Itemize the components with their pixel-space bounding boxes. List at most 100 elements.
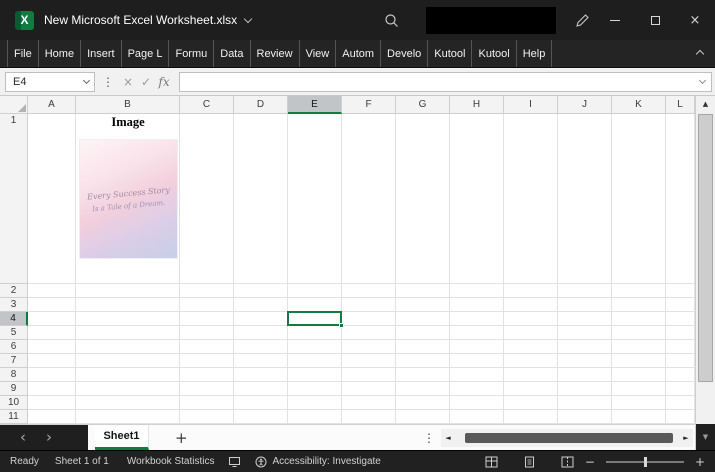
workbook-statistics-button[interactable]: Workbook Statistics — [127, 456, 215, 467]
cell-G5[interactable] — [396, 326, 450, 340]
cell-F8[interactable] — [342, 368, 396, 382]
cell-G3[interactable] — [396, 298, 450, 312]
row-header-10[interactable]: 10 — [0, 396, 28, 410]
page-break-view-icon[interactable] — [561, 456, 574, 468]
cell-I10[interactable] — [504, 396, 558, 410]
ribbon-tab-insert[interactable]: Insert — [81, 40, 122, 67]
ribbon-tab-file[interactable]: File — [7, 40, 39, 67]
cell-E2[interactable] — [288, 284, 342, 298]
cell-I1[interactable] — [504, 114, 558, 284]
cell-G7[interactable] — [396, 354, 450, 368]
cell-C8[interactable] — [180, 368, 234, 382]
row-header-1[interactable]: 1 — [0, 114, 28, 284]
sheet-bar-dots-icon[interactable]: ⋮ — [423, 431, 435, 445]
select-all-corner[interactable] — [0, 96, 28, 114]
scroll-right-icon[interactable]: ► — [679, 434, 693, 442]
cell-H7[interactable] — [450, 354, 504, 368]
search-icon[interactable] — [378, 13, 404, 28]
cell-E7[interactable] — [288, 354, 342, 368]
cell-B4[interactable] — [76, 312, 180, 326]
cell-F7[interactable] — [342, 354, 396, 368]
row-header-2[interactable]: 2 — [0, 284, 28, 298]
column-header-g[interactable]: G — [396, 96, 450, 114]
page-layout-view-icon[interactable] — [523, 456, 536, 468]
ribbon-tab-help[interactable]: Help — [517, 40, 553, 67]
next-sheet-icon[interactable]: › — [46, 430, 52, 445]
cell-B2[interactable] — [76, 284, 180, 298]
cell-C10[interactable] — [180, 396, 234, 410]
cell-F4[interactable] — [342, 312, 396, 326]
cell-F6[interactable] — [342, 340, 396, 354]
scroll-up-icon[interactable]: ▲ — [696, 96, 715, 112]
cell-E10[interactable] — [288, 396, 342, 410]
cell-A5[interactable] — [28, 326, 76, 340]
column-header-i[interactable]: I — [504, 96, 558, 114]
horizontal-scrollbar[interactable]: ◄ ► — [441, 429, 693, 447]
cell-F10[interactable] — [342, 396, 396, 410]
cell-F5[interactable] — [342, 326, 396, 340]
row-header-7[interactable]: 7 — [0, 354, 28, 368]
cell-F1[interactable] — [342, 114, 396, 284]
ribbon-tab-review[interactable]: Review — [251, 40, 300, 67]
ribbon-tab-home[interactable]: Home — [39, 40, 81, 67]
cell-I9[interactable] — [504, 382, 558, 396]
cell-B8[interactable] — [76, 368, 180, 382]
column-header-b[interactable]: B — [76, 96, 180, 114]
row-header-11[interactable]: 11 — [0, 410, 28, 424]
row-header-8[interactable]: 8 — [0, 368, 28, 382]
scroll-left-icon[interactable]: ◄ — [441, 434, 455, 442]
cell-H1[interactable] — [450, 114, 504, 284]
cell-D2[interactable] — [234, 284, 288, 298]
cell-A8[interactable] — [28, 368, 76, 382]
cell-L9[interactable] — [666, 382, 695, 396]
cell-B6[interactable] — [76, 340, 180, 354]
cell-D7[interactable] — [234, 354, 288, 368]
cell-F11[interactable] — [342, 410, 396, 424]
cell-D3[interactable] — [234, 298, 288, 312]
cell-C1[interactable] — [180, 114, 234, 284]
row-header-3[interactable]: 3 — [0, 298, 28, 312]
cell-E8[interactable] — [288, 368, 342, 382]
vertical-scrollbar[interactable]: ▲ ▼ — [695, 96, 715, 450]
cell-C9[interactable] — [180, 382, 234, 396]
add-sheet-icon[interactable]: + — [175, 429, 188, 447]
cell-H9[interactable] — [450, 382, 504, 396]
close-button[interactable]: × — [675, 0, 715, 40]
cell-B11[interactable] — [76, 410, 180, 424]
cell-D1[interactable] — [234, 114, 288, 284]
cell-B3[interactable] — [76, 298, 180, 312]
cell-C11[interactable] — [180, 410, 234, 424]
horizontal-scrollbar-thumb[interactable] — [465, 433, 673, 443]
cancel-icon[interactable]: × — [119, 75, 137, 89]
cell-C3[interactable] — [180, 298, 234, 312]
formula-input[interactable] — [179, 72, 712, 92]
cell-K7[interactable] — [612, 354, 666, 368]
zoom-in-icon[interactable]: + — [695, 455, 705, 469]
cell-L4[interactable] — [666, 312, 695, 326]
cell-J8[interactable] — [558, 368, 612, 382]
cell-I7[interactable] — [504, 354, 558, 368]
previous-sheet-icon[interactable]: ‹ — [20, 430, 26, 445]
cell-C2[interactable] — [180, 284, 234, 298]
cell-A3[interactable] — [28, 298, 76, 312]
cell-G8[interactable] — [396, 368, 450, 382]
cell-A1[interactable] — [28, 114, 76, 284]
formula-bar-dots-icon[interactable]: ⋮ — [102, 75, 114, 89]
cell-K11[interactable] — [612, 410, 666, 424]
ribbon-collapse-icon[interactable] — [696, 49, 704, 57]
cell-I8[interactable] — [504, 368, 558, 382]
cell-G4[interactable] — [396, 312, 450, 326]
cell-K10[interactable] — [612, 396, 666, 410]
cell-K8[interactable] — [612, 368, 666, 382]
cell-E5[interactable] — [288, 326, 342, 340]
ribbon-tab-formu[interactable]: Formu — [169, 40, 214, 67]
cell-I2[interactable] — [504, 284, 558, 298]
cell-K1[interactable] — [612, 114, 666, 284]
scroll-down-icon[interactable]: ▼ — [696, 424, 715, 450]
cell-C6[interactable] — [180, 340, 234, 354]
cell-F3[interactable] — [342, 298, 396, 312]
cell-B9[interactable] — [76, 382, 180, 396]
cell-A2[interactable] — [28, 284, 76, 298]
column-header-k[interactable]: K — [612, 96, 666, 114]
cell-J3[interactable] — [558, 298, 612, 312]
